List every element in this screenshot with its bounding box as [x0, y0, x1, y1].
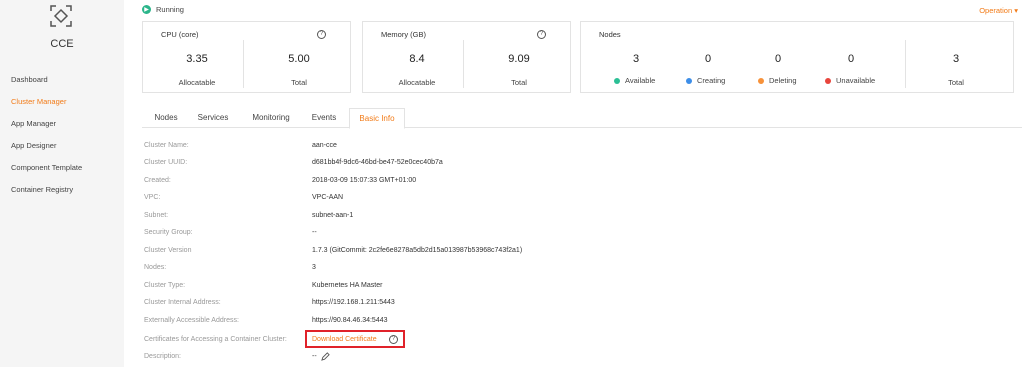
memory-card: Memory (GB) ? 8.4 Allocatable 9.09 Total — [362, 21, 571, 93]
deleting-dot — [758, 77, 764, 84]
status-label: Running — [156, 5, 184, 14]
cpu-card-title: CPU (core) — [161, 30, 199, 39]
pencil-icon[interactable] — [321, 352, 330, 361]
cpu-allocatable: 3.35 — [147, 53, 247, 65]
description-value: -- — [312, 353, 317, 360]
cpu-card: CPU (core) ? 3.35 Allocatable 5.00 Total — [142, 21, 351, 93]
sidebar-item-container-registry[interactable]: Container Registry — [11, 185, 73, 194]
cluster-version-value: 1.7.3 (GitCommit: 2c2fe6e8278a5db2d15a01… — [312, 247, 523, 254]
description-label: Description: — [144, 353, 181, 360]
nodes-unavailable-legend: Unavailable — [825, 76, 875, 85]
sidebar-item-component-template[interactable]: Component Template — [11, 163, 82, 172]
nodes-unavailable: 0 — [801, 53, 901, 65]
nodes-unavailable-value: 0 — [847, 53, 855, 65]
nodes-creating-legend: Creating — [686, 76, 725, 85]
nodes-unavailable-label: Unavailable — [836, 76, 876, 85]
memory-total: 9.09 — [469, 53, 569, 65]
unavailable-dot — [825, 77, 831, 84]
cluster-type-value: Kubernetes HA Master — [312, 282, 383, 289]
cluster-version-label: Cluster Version — [144, 247, 192, 254]
main-content: ▶ Running Operation ▾ CPU (core) ? 3.35 … — [124, 0, 1024, 367]
tab-services[interactable]: Services — [194, 108, 232, 128]
certificates-label: Certificates for Accessing a Container C… — [144, 336, 287, 343]
subnet-label: Subnet: — [144, 212, 169, 219]
nodes-deleting-label: Deleting — [769, 76, 797, 85]
cce-logo-icon — [50, 5, 72, 27]
cpu-allocatable-value: 3.35 — [186, 53, 208, 65]
created-label: Created: — [144, 177, 171, 184]
nodes-total-label: Total — [948, 78, 964, 87]
memory-allocatable-label: Allocatable — [398, 78, 436, 87]
running-icon: ▶ — [142, 5, 151, 14]
cpu-total-label: Total — [291, 78, 307, 87]
memory-total-value: 9.09 — [508, 53, 530, 65]
memory-allocatable-value: 8.4 — [409, 53, 425, 65]
sidebar-item-app-manager[interactable]: App Manager — [11, 119, 56, 128]
cpu-total: 5.00 — [249, 53, 349, 65]
cpu-total-caption: Total — [249, 78, 349, 87]
nodes-creating-label: Creating — [697, 76, 726, 85]
external-address-label: Externally Accessible Address: — [144, 317, 239, 324]
help-icon[interactable]: ? — [317, 30, 326, 39]
tab-monitoring[interactable]: Monitoring — [246, 108, 296, 128]
nodes-count-value: 3 — [312, 264, 316, 271]
cpu-total-value: 5.00 — [288, 53, 310, 65]
internal-address-value: https://192.168.1.211:5443 — [312, 299, 395, 306]
sidebar-item-cluster-manager[interactable]: Cluster Manager — [11, 97, 66, 106]
cluster-name-label: Cluster Name: — [144, 142, 189, 149]
cluster-name-value: aan-cce — [312, 142, 337, 149]
vpc-value: VPC-AAN — [312, 194, 344, 201]
external-address-value: https://90.84.46.34:5443 — [312, 317, 388, 324]
cluster-status: ▶ Running — [142, 5, 184, 14]
memory-total-caption: Total — [469, 78, 569, 87]
nodes-available-legend: Available — [614, 76, 655, 85]
security-group-label: Security Group: — [144, 229, 193, 236]
cluster-type-label: Cluster Type: — [144, 282, 186, 289]
nodes-card: Nodes 3 Available 0 Creating 0 Deleting … — [580, 21, 1014, 93]
nodes-available-label: Available — [625, 76, 656, 85]
cpu-allocatable-label: Allocatable — [178, 78, 216, 87]
memory-allocatable-caption: Allocatable — [367, 78, 467, 87]
sidebar-item-dashboard[interactable]: Dashboard — [11, 75, 48, 84]
nodes-deleting-legend: Deleting — [758, 76, 797, 85]
help-icon[interactable]: ? — [537, 30, 546, 39]
tab-basic-info[interactable]: Basic Info — [349, 108, 405, 129]
subnet-value: subnet-aan-1 — [312, 212, 354, 219]
tab-nodes[interactable]: Nodes — [148, 108, 184, 128]
security-group-value: -- — [312, 229, 317, 236]
memory-total-label: Total — [511, 78, 527, 87]
nodes-card-title: Nodes — [599, 30, 621, 39]
sidebar: CCE Dashboard Cluster Manager App Manage… — [0, 0, 124, 367]
help-icon[interactable]: ? — [389, 335, 398, 344]
cluster-uuid-value: d681bb4f-9dc6-46bd-be47-52e0cec40b7a — [312, 159, 443, 166]
nodes-total: 3 — [906, 53, 1006, 65]
cpu-allocatable-caption: Allocatable — [147, 78, 247, 87]
operation-dropdown[interactable]: Operation ▾ — [979, 6, 1018, 15]
available-dot — [614, 77, 620, 84]
creating-dot — [686, 77, 692, 84]
nodes-total-value: 3 — [952, 53, 960, 65]
tab-events[interactable]: Events — [306, 108, 342, 128]
memory-allocatable: 8.4 — [367, 53, 467, 65]
app-name: CCE — [50, 38, 74, 50]
vpc-label: VPC: — [144, 194, 161, 201]
sidebar-item-app-designer[interactable]: App Designer — [11, 141, 56, 150]
download-certificate-link[interactable]: Download Certificate — [312, 336, 377, 343]
memory-card-title: Memory (GB) — [381, 30, 426, 39]
cluster-uuid-label: Cluster UUID: — [144, 159, 188, 166]
nodes-total-caption: Total — [906, 78, 1006, 87]
internal-address-label: Cluster Internal Address: — [144, 299, 221, 306]
nodes-count-label: Nodes: — [144, 264, 167, 271]
tab-bar: Nodes Services Monitoring Events Basic I… — [142, 108, 1022, 129]
created-value: 2018-03-09 15:07:33 GMT+01:00 — [312, 177, 417, 184]
